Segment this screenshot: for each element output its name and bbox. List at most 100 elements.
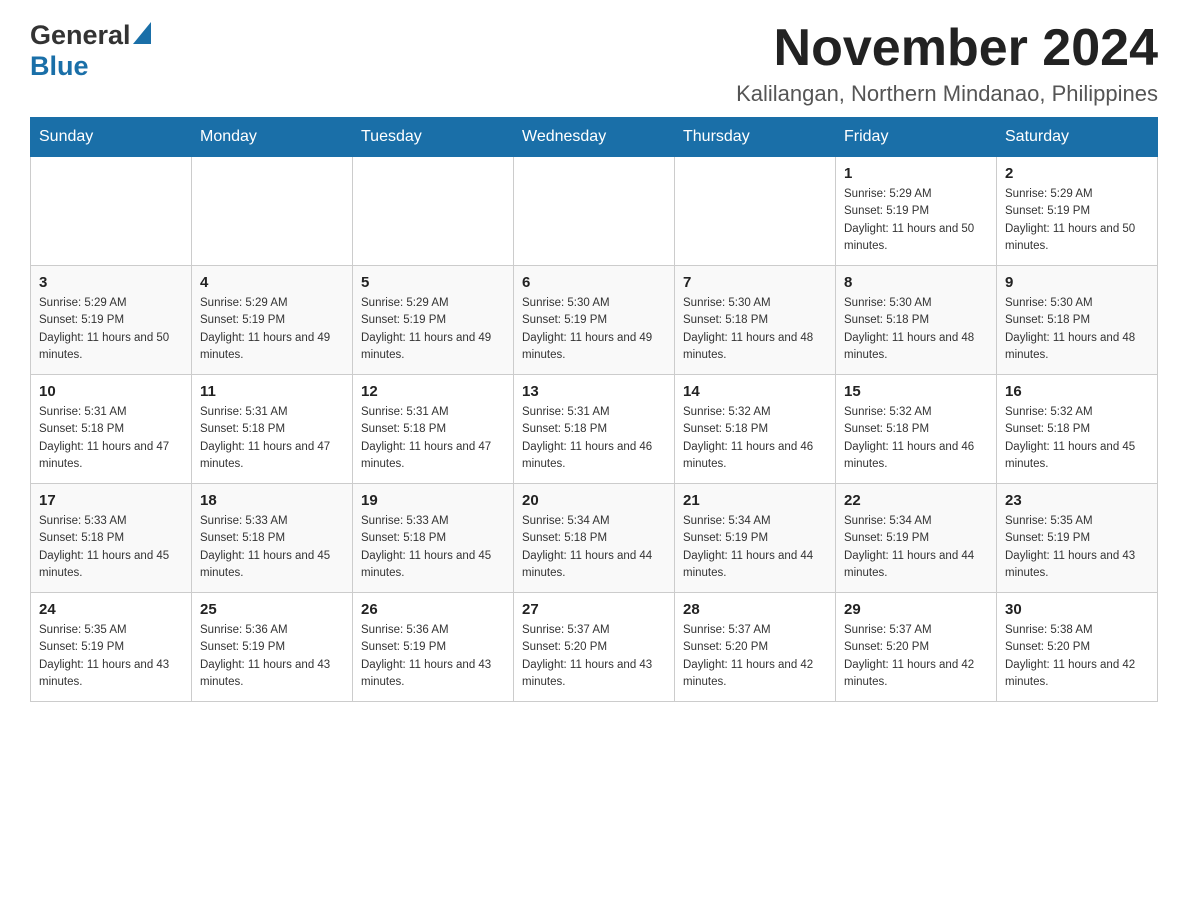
day-info: Sunrise: 5:34 AM Sunset: 5:19 PM Dayligh… [844,513,988,582]
day-info: Sunrise: 5:37 AM Sunset: 5:20 PM Dayligh… [683,622,827,691]
calendar-cell: 5Sunrise: 5:29 AM Sunset: 5:19 PM Daylig… [353,266,514,375]
day-info: Sunrise: 5:31 AM Sunset: 5:18 PM Dayligh… [361,404,505,473]
day-info: Sunrise: 5:36 AM Sunset: 5:19 PM Dayligh… [200,622,344,691]
calendar-cell: 10 Sunrise: 5:31 AM Sunset: 5:18 PM Dayli… [31,375,192,484]
day-number: 24 [39,601,183,618]
day-info: Sunrise: 5:35 AM Sunset: 5:19 PM Dayligh… [39,622,183,691]
day-info: Sunrise: 5:31 AM Sunset: 5:18 PM Dayligh… [200,404,344,473]
day-number: 3 [39,274,183,291]
calendar-cell [353,157,514,266]
calendar-cell: 6 Sunrise: 5:30 AM Sunset: 5:19 PM Daylig… [514,266,675,375]
calendar-cell: 15 Sunrise: 5:32 AM Sunset: 5:18 PM Dayli… [836,375,997,484]
day-number: 11 [200,383,344,400]
calendar-cell: 14 Sunrise: 5:32 AM Sunset: 5:18 PM Dayli… [675,375,836,484]
day-number: 1 [844,165,988,182]
day-number: 23 [1005,492,1149,509]
calendar-cell: 2 Sunrise: 5:29 AM Sunset: 5:19 PM Daylig… [997,157,1158,266]
calendar-cell: 23 Sunrise: 5:35 AM Sunset: 5:19 PM Dayli… [997,484,1158,593]
day-info: Sunrise: 5:31 AM Sunset: 5:18 PM Dayligh… [522,404,666,473]
day-info: Sunrise: 5:29 AM Sunset: 5:19 PM Dayligh… [844,186,988,255]
calendar-cell [675,157,836,266]
day-number: 13 [522,383,666,400]
calendar-header-friday: Friday [836,118,997,157]
day-number: 26 [361,601,505,618]
calendar-cell: 18Sunrise: 5:33 AM Sunset: 5:18 PM Dayli… [192,484,353,593]
day-number: 15 [844,383,988,400]
day-info: Sunrise: 5:30 AM Sunset: 5:18 PM Dayligh… [844,295,988,364]
calendar-week-row: 24 Sunrise: 5:35 AM Sunset: 5:19 PM Dayli… [31,593,1158,702]
day-info: Sunrise: 5:30 AM Sunset: 5:19 PM Dayligh… [522,295,666,364]
calendar-cell [514,157,675,266]
calendar-cell: 3 Sunrise: 5:29 AM Sunset: 5:19 PM Daylig… [31,266,192,375]
calendar-cell: 11 Sunrise: 5:31 AM Sunset: 5:18 PM Dayli… [192,375,353,484]
day-number: 10 [39,383,183,400]
calendar-header-tuesday: Tuesday [353,118,514,157]
day-info: Sunrise: 5:33 AM Sunset: 5:18 PM Dayligh… [39,513,183,582]
day-number: 20 [522,492,666,509]
logo-blue-text: Blue [30,51,89,81]
calendar-header-monday: Monday [192,118,353,157]
calendar-cell: 16Sunrise: 5:32 AM Sunset: 5:18 PM Dayli… [997,375,1158,484]
day-info: Sunrise: 5:31 AM Sunset: 5:18 PM Dayligh… [39,404,183,473]
calendar-week-row: 10 Sunrise: 5:31 AM Sunset: 5:18 PM Dayli… [31,375,1158,484]
calendar-cell: 17 Sunrise: 5:33 AM Sunset: 5:18 PM Dayli… [31,484,192,593]
day-number: 19 [361,492,505,509]
calendar-cell: 19Sunrise: 5:33 AM Sunset: 5:18 PM Dayli… [353,484,514,593]
calendar-table: SundayMondayTuesdayWednesdayThursdayFrid… [30,117,1158,702]
day-info: Sunrise: 5:29 AM Sunset: 5:19 PM Dayligh… [361,295,505,364]
day-number: 16 [1005,383,1149,400]
calendar-week-row: 3 Sunrise: 5:29 AM Sunset: 5:19 PM Daylig… [31,266,1158,375]
calendar-cell: 12 Sunrise: 5:31 AM Sunset: 5:18 PM Dayli… [353,375,514,484]
day-number: 28 [683,601,827,618]
day-info: Sunrise: 5:34 AM Sunset: 5:18 PM Dayligh… [522,513,666,582]
calendar-cell: 24 Sunrise: 5:35 AM Sunset: 5:19 PM Dayli… [31,593,192,702]
title-section: November 2024 Kalilangan, Northern Minda… [736,20,1158,107]
calendar-cell: 22 Sunrise: 5:34 AM Sunset: 5:19 PM Dayli… [836,484,997,593]
day-info: Sunrise: 5:29 AM Sunset: 5:19 PM Dayligh… [1005,186,1149,255]
month-title: November 2024 [736,20,1158,77]
day-info: Sunrise: 5:32 AM Sunset: 5:18 PM Dayligh… [683,404,827,473]
calendar-header-saturday: Saturday [997,118,1158,157]
logo: General Blue [30,20,151,82]
calendar-cell: 26 Sunrise: 5:36 AM Sunset: 5:19 PM Dayli… [353,593,514,702]
day-number: 2 [1005,165,1149,182]
calendar-cell: 25 Sunrise: 5:36 AM Sunset: 5:19 PM Dayli… [192,593,353,702]
day-number: 27 [522,601,666,618]
day-info: Sunrise: 5:33 AM Sunset: 5:18 PM Dayligh… [200,513,344,582]
day-info: Sunrise: 5:29 AM Sunset: 5:19 PM Dayligh… [39,295,183,364]
day-info: Sunrise: 5:36 AM Sunset: 5:19 PM Dayligh… [361,622,505,691]
logo-general-text: General [30,20,131,51]
day-number: 21 [683,492,827,509]
calendar-cell: 27 Sunrise: 5:37 AM Sunset: 5:20 PM Dayli… [514,593,675,702]
location-title: Kalilangan, Northern Mindanao, Philippin… [736,81,1158,107]
day-number: 7 [683,274,827,291]
calendar-cell: 8 Sunrise: 5:30 AM Sunset: 5:18 PM Daylig… [836,266,997,375]
day-number: 17 [39,492,183,509]
day-number: 6 [522,274,666,291]
day-number: 25 [200,601,344,618]
day-info: Sunrise: 5:35 AM Sunset: 5:19 PM Dayligh… [1005,513,1149,582]
page-header: General Blue November 2024 Kalilangan, N… [30,20,1158,107]
logo-triangle-icon [133,26,151,44]
day-info: Sunrise: 5:37 AM Sunset: 5:20 PM Dayligh… [522,622,666,691]
calendar-cell: 28 Sunrise: 5:37 AM Sunset: 5:20 PM Dayli… [675,593,836,702]
calendar-cell: 9Sunrise: 5:30 AM Sunset: 5:18 PM Daylig… [997,266,1158,375]
day-number: 12 [361,383,505,400]
day-info: Sunrise: 5:32 AM Sunset: 5:18 PM Dayligh… [844,404,988,473]
day-info: Sunrise: 5:29 AM Sunset: 5:19 PM Dayligh… [200,295,344,364]
calendar-cell: 20 Sunrise: 5:34 AM Sunset: 5:18 PM Dayli… [514,484,675,593]
calendar-week-row: 1 Sunrise: 5:29 AM Sunset: 5:19 PM Daylig… [31,157,1158,266]
day-info: Sunrise: 5:30 AM Sunset: 5:18 PM Dayligh… [683,295,827,364]
day-number: 9 [1005,274,1149,291]
calendar-cell [192,157,353,266]
day-number: 22 [844,492,988,509]
calendar-cell: 4 Sunrise: 5:29 AM Sunset: 5:19 PM Daylig… [192,266,353,375]
calendar-header-thursday: Thursday [675,118,836,157]
calendar-cell [31,157,192,266]
day-number: 4 [200,274,344,291]
calendar-header-sunday: Sunday [31,118,192,157]
day-number: 8 [844,274,988,291]
calendar-cell: 13 Sunrise: 5:31 AM Sunset: 5:18 PM Dayli… [514,375,675,484]
day-number: 30 [1005,601,1149,618]
day-number: 14 [683,383,827,400]
